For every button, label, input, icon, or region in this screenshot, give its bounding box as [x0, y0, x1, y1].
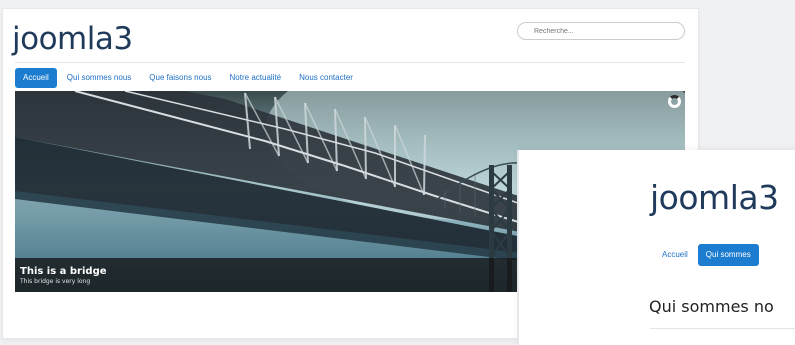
main-nav: Accueil Qui sommes	[654, 244, 761, 266]
site-window-about: joomla3 Accueil Qui sommes Qui sommes no	[519, 150, 795, 345]
nav-item-accueil[interactable]: Accueil	[15, 68, 57, 88]
main-nav: Accueil Qui sommes nous Que faisons nous…	[15, 68, 363, 88]
page-heading: Qui sommes no	[649, 297, 774, 316]
slide-subtitle: This bridge is very long	[20, 278, 91, 285]
nav-item-nous-contacter[interactable]: Nous contacter	[291, 68, 361, 88]
search-input[interactable]	[517, 22, 685, 40]
header-divider	[15, 62, 685, 63]
slide-title: This is a bridge	[20, 266, 107, 277]
nav-item-accueil[interactable]: Accueil	[654, 244, 696, 266]
nav-item-que-faisons-nous[interactable]: Que faisons nous	[141, 68, 219, 88]
content-divider	[650, 328, 795, 329]
loading-spinner-icon	[668, 95, 681, 108]
site-title[interactable]: joomla3	[12, 21, 133, 57]
nav-item-qui-sommes[interactable]: Qui sommes	[697, 244, 759, 266]
nav-item-qui-sommes-nous[interactable]: Qui sommes nous	[59, 68, 139, 88]
nav-item-notre-actualite[interactable]: Notre actualité	[222, 68, 290, 88]
site-title[interactable]: joomla3	[650, 178, 779, 217]
